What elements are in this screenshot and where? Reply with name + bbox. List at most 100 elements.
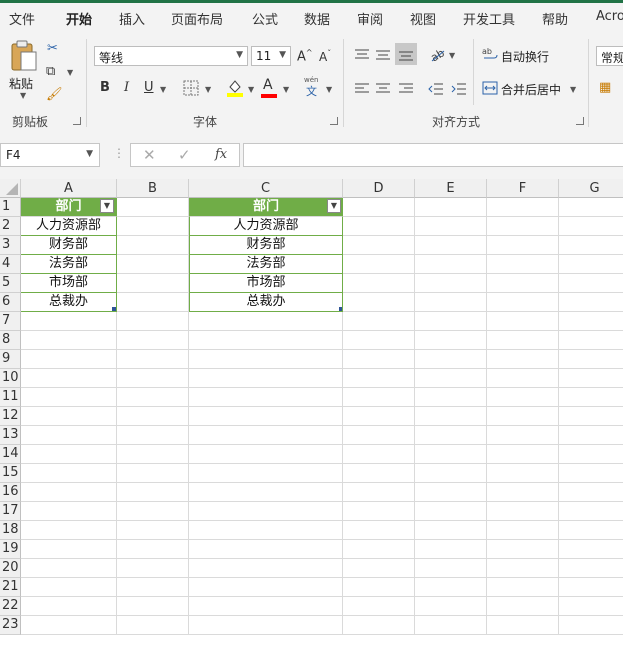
cell-c2[interactable]: 人力资源部 <box>189 217 343 236</box>
row-header-11[interactable]: 11 <box>0 388 21 407</box>
column-header-e[interactable]: E <box>415 179 487 198</box>
insert-function-icon[interactable]: fx <box>215 148 227 161</box>
cell-a19[interactable] <box>21 540 117 559</box>
cell-g7[interactable] <box>559 312 623 331</box>
row-header-19[interactable]: 19 <box>0 540 21 559</box>
row-header-4[interactable]: 4 <box>0 255 21 274</box>
paste-icon[interactable] <box>9 39 39 73</box>
cell-b14[interactable] <box>117 445 189 464</box>
row-header-12[interactable]: 12 <box>0 407 21 426</box>
column-header-d[interactable]: D <box>343 179 415 198</box>
cell-d10[interactable] <box>343 369 415 388</box>
italic-button[interactable]: I <box>124 81 129 94</box>
cell-e14[interactable] <box>415 445 487 464</box>
cell-a2[interactable]: 人力资源部 <box>21 217 117 236</box>
cell-d3[interactable] <box>343 236 415 255</box>
column-header-b[interactable]: B <box>117 179 189 198</box>
cell-b5[interactable] <box>117 274 189 293</box>
fill-color-icon[interactable] <box>226 78 244 98</box>
cell-b22[interactable] <box>117 597 189 616</box>
cell-e2[interactable] <box>415 217 487 236</box>
cell-f21[interactable] <box>487 578 559 597</box>
cell-g23[interactable] <box>559 616 623 635</box>
row-header-9[interactable]: 9 <box>0 350 21 369</box>
filter-dropdown-icon[interactable]: ▼ <box>327 199 341 213</box>
row-header-16[interactable]: 16 <box>0 483 21 502</box>
tab-insert[interactable]: 插入 <box>119 9 145 28</box>
cell-b18[interactable] <box>117 521 189 540</box>
orientation-icon[interactable]: ab <box>428 45 447 64</box>
paste-button[interactable]: 粘贴 <box>9 75 33 92</box>
cell-d12[interactable] <box>343 407 415 426</box>
paste-dropdown-icon[interactable]: ▼ <box>20 91 26 100</box>
cell-b17[interactable] <box>117 502 189 521</box>
cell-g20[interactable] <box>559 559 623 578</box>
tab-acrobat[interactable]: Acro <box>596 9 623 24</box>
cell-b13[interactable] <box>117 426 189 445</box>
cell-d11[interactable] <box>343 388 415 407</box>
cell-e4[interactable] <box>415 255 487 274</box>
align-top-icon[interactable] <box>354 47 370 61</box>
font-size-combo[interactable]: 11 ▼ <box>251 46 291 66</box>
cell-g10[interactable] <box>559 369 623 388</box>
cell-d20[interactable] <box>343 559 415 578</box>
wrap-text-icon[interactable]: ab <box>482 46 498 62</box>
cell-a5[interactable]: 市场部 <box>21 274 117 293</box>
cell-d17[interactable] <box>343 502 415 521</box>
cell-c3[interactable]: 财务部 <box>189 236 343 255</box>
copy-icon[interactable]: ⧉ <box>46 65 55 78</box>
row-header-17[interactable]: 17 <box>0 502 21 521</box>
phonetic-guide-icon[interactable]: wén 文 <box>303 77 323 99</box>
row-header-3[interactable]: 3 <box>0 236 21 255</box>
merge-dropdown-icon[interactable]: ▼ <box>570 85 576 94</box>
cell-e8[interactable] <box>415 331 487 350</box>
column-header-a[interactable]: A <box>21 179 117 198</box>
cell-g13[interactable] <box>559 426 623 445</box>
cell-e13[interactable] <box>415 426 487 445</box>
cell-c8[interactable] <box>189 331 343 350</box>
grow-font-icon[interactable]: A^ <box>297 49 313 64</box>
cell-e5[interactable] <box>415 274 487 293</box>
font-color-dropdown-icon[interactable]: ▼ <box>283 85 289 94</box>
row-header-22[interactable]: 22 <box>0 597 21 616</box>
cell-f8[interactable] <box>487 331 559 350</box>
cell-b2[interactable] <box>117 217 189 236</box>
cell-c22[interactable] <box>189 597 343 616</box>
cell-g11[interactable] <box>559 388 623 407</box>
cell-f14[interactable] <box>487 445 559 464</box>
font-launcher-icon[interactable] <box>330 117 338 125</box>
row-header-13[interactable]: 13 <box>0 426 21 445</box>
align-right-icon[interactable] <box>398 81 414 95</box>
cell-a1[interactable]: 部门 ▼ <box>21 198 117 217</box>
cell-e19[interactable] <box>415 540 487 559</box>
tab-view[interactable]: 视图 <box>410 9 436 28</box>
select-all-corner[interactable] <box>0 179 21 198</box>
cell-c18[interactable] <box>189 521 343 540</box>
cell-d1[interactable] <box>343 198 415 217</box>
row-header-5[interactable]: 5 <box>0 274 21 293</box>
cancel-icon[interactable]: ✕ <box>143 148 156 163</box>
cell-a4[interactable]: 法务部 <box>21 255 117 274</box>
cell-d5[interactable] <box>343 274 415 293</box>
cell-b9[interactable] <box>117 350 189 369</box>
cell-f22[interactable] <box>487 597 559 616</box>
cell-b15[interactable] <box>117 464 189 483</box>
tab-page-layout[interactable]: 页面布局 <box>171 9 223 28</box>
cell-e20[interactable] <box>415 559 487 578</box>
cell-f2[interactable] <box>487 217 559 236</box>
cell-a21[interactable] <box>21 578 117 597</box>
cell-g9[interactable] <box>559 350 623 369</box>
cell-c1[interactable]: 部门 ▼ <box>189 198 343 217</box>
cell-c9[interactable] <box>189 350 343 369</box>
cell-g18[interactable] <box>559 521 623 540</box>
cell-d13[interactable] <box>343 426 415 445</box>
cell-e7[interactable] <box>415 312 487 331</box>
cell-d4[interactable] <box>343 255 415 274</box>
bold-button[interactable]: B <box>100 81 110 94</box>
row-header-8[interactable]: 8 <box>0 331 21 350</box>
cell-f20[interactable] <box>487 559 559 578</box>
cell-c10[interactable] <box>189 369 343 388</box>
cell-c15[interactable] <box>189 464 343 483</box>
cell-b8[interactable] <box>117 331 189 350</box>
underline-dropdown-icon[interactable]: ▼ <box>160 85 166 94</box>
